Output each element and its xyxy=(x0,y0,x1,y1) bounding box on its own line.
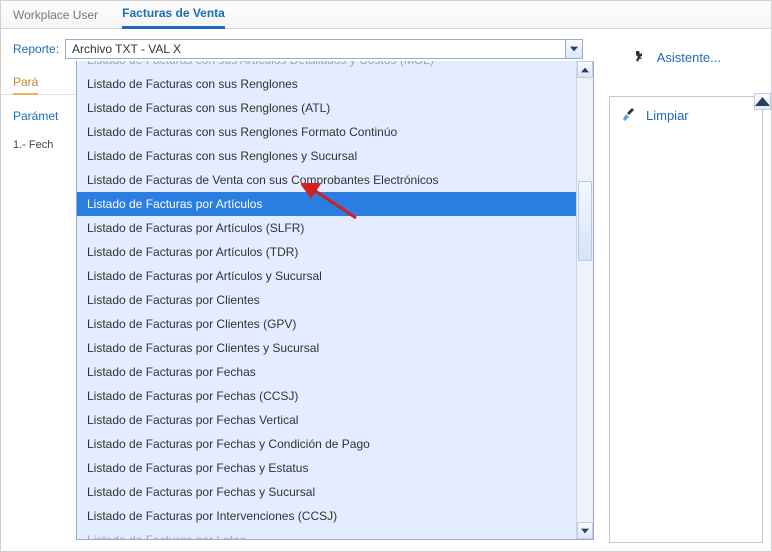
limpiar-button[interactable]: Limpiar xyxy=(610,97,762,133)
tab-facturas-de-venta[interactable]: Facturas de Venta xyxy=(122,1,225,29)
outer-scroll-up[interactable] xyxy=(754,93,771,110)
chevron-down-icon xyxy=(570,46,578,52)
dropdown-item[interactable]: Listado de Facturas por Fechas y Sucursa… xyxy=(77,480,576,504)
dropdown-item[interactable]: Listado de Facturas por Clientes xyxy=(77,288,576,312)
dropdown-item[interactable]: Listado de Facturas por Artículos xyxy=(77,192,576,216)
report-combo-input[interactable]: Archivo TXT - VAL X xyxy=(65,39,583,59)
dropdown-item[interactable]: Listado de Facturas por Artículos (TDR) xyxy=(77,240,576,264)
dropdown-item[interactable]: Listado de Facturas por Intervenciones (… xyxy=(77,504,576,528)
broom-icon xyxy=(622,107,638,123)
inner-tab-parametros[interactable]: Pará xyxy=(13,71,38,95)
tab-workplace-user[interactable]: Workplace User xyxy=(13,1,98,29)
dropdown-item[interactable]: Listado de Facturas por Clientes y Sucur… xyxy=(77,336,576,360)
report-dropdown: Listado de Facturas con sus Artículos De… xyxy=(76,61,594,540)
dropdown-item[interactable]: Listado de Facturas por Lotes xyxy=(77,528,576,539)
dropdown-item[interactable]: Listado de Facturas con sus Artículos De… xyxy=(77,61,576,72)
scroll-down-button[interactable] xyxy=(577,522,593,539)
chevron-down-icon xyxy=(581,528,589,534)
limpiar-label: Limpiar xyxy=(646,108,689,123)
dropdown-item[interactable]: Listado de Facturas con sus Renglones (A… xyxy=(77,96,576,120)
main-tabs: Workplace User Facturas de Venta xyxy=(1,1,771,29)
right-panel: Limpiar xyxy=(609,96,763,543)
dropdown-item[interactable]: Listado de Facturas por Fechas y Estatus xyxy=(77,456,576,480)
dropdown-item[interactable]: Listado de Facturas por Artículos y Sucu… xyxy=(77,264,576,288)
asistente-link[interactable]: Asistente... xyxy=(633,49,721,65)
report-combo[interactable]: Archivo TXT - VAL X xyxy=(65,39,583,59)
report-label: Reporte: xyxy=(13,42,59,56)
dropdown-item[interactable]: Listado de Facturas por Fechas Vertical xyxy=(77,408,576,432)
scroll-thumb[interactable] xyxy=(578,181,592,261)
dropdown-item[interactable]: Listado de Facturas por Artículos (SLFR) xyxy=(77,216,576,240)
dropdown-item[interactable]: Listado de Facturas con sus Renglones Fo… xyxy=(77,120,576,144)
wizard-icon xyxy=(633,49,649,65)
chevron-up-icon xyxy=(755,97,770,106)
dropdown-scrollbar xyxy=(576,61,593,539)
dropdown-item[interactable]: Listado de Facturas por Fechas (CCSJ) xyxy=(77,384,576,408)
dropdown-item[interactable]: Listado de Facturas con sus Renglones y … xyxy=(77,144,576,168)
dropdown-list: Listado de Facturas con sus Artículos De… xyxy=(77,61,576,539)
dropdown-item[interactable]: Listado de Facturas por Fechas xyxy=(77,360,576,384)
asistente-label: Asistente... xyxy=(657,50,721,65)
scroll-up-button[interactable] xyxy=(577,61,593,78)
report-combo-toggle[interactable] xyxy=(565,39,583,59)
dropdown-item[interactable]: Listado de Facturas de Venta con sus Com… xyxy=(77,168,576,192)
chevron-up-icon xyxy=(581,67,589,73)
dropdown-item[interactable]: Listado de Facturas por Clientes (GPV) xyxy=(77,312,576,336)
dropdown-item[interactable]: Listado de Facturas con sus Renglones xyxy=(77,72,576,96)
dropdown-item[interactable]: Listado de Facturas por Fechas y Condici… xyxy=(77,432,576,456)
